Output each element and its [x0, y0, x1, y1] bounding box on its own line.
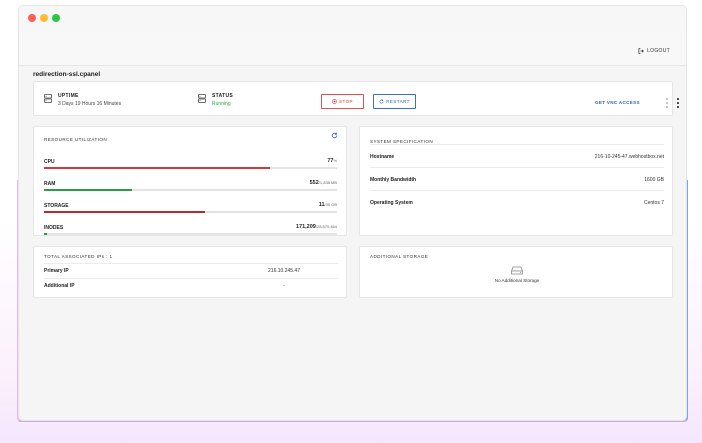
stop-button[interactable]: STOP	[321, 94, 364, 109]
spec-value: 1600 GB	[644, 177, 664, 183]
ip-row-primary: Primary IP 216.10.245.47	[44, 263, 338, 277]
hard-drive-icon	[511, 266, 523, 275]
server-hostname-title: redirection-ssl.cpanel	[33, 71, 101, 78]
server-icon	[44, 94, 52, 103]
ip-row-additional: Additional IP -	[44, 278, 338, 292]
uptime-value: 3 Days 19 Hours 16 Minutes	[58, 101, 122, 107]
server-status-icon	[198, 94, 206, 103]
ip-key: Primary IP	[44, 268, 69, 274]
resource-value: 171,209/28,870,464	[295, 224, 337, 230]
resource-progress-track	[44, 167, 337, 169]
resource-progress-track	[44, 233, 337, 235]
associated-ips-title: TOTAL ASSOCIATED IPs : 1	[44, 254, 113, 259]
associated-ips-card: TOTAL ASSOCIATED IPs : 1 Primary IP 216.…	[33, 246, 347, 298]
restart-label: RESTART	[386, 99, 410, 104]
refresh-icon[interactable]	[331, 132, 338, 139]
logout-button[interactable]: LOGOUT	[638, 48, 670, 54]
resource-label: CPU	[44, 159, 55, 165]
restart-button[interactable]: RESTART	[373, 94, 416, 109]
additional-storage-card: ADDITIONAL STORAGE No Additional Storage	[359, 246, 673, 298]
vnc-access-link[interactable]: GET VNC ACCESS	[595, 100, 640, 105]
spec-value: 216-10-245-47.webhostbox.net	[594, 154, 664, 160]
resource-label: STORAGE	[44, 203, 69, 209]
stop-icon	[332, 99, 337, 104]
resource-progress-track	[44, 211, 337, 213]
logout-label: LOGOUT	[647, 48, 670, 54]
spec-row-os: Operating System Centos 7	[370, 190, 664, 213]
spec-key: Hostname	[370, 154, 395, 160]
resource-progress-track	[44, 189, 337, 191]
more-options-icon[interactable]	[676, 98, 680, 108]
storage-empty-state: No Additional Storage	[360, 266, 674, 283]
logout-icon	[638, 48, 644, 54]
ip-value: 216.10.245.47	[268, 268, 300, 274]
minimize-window-button[interactable]	[40, 14, 48, 22]
resource-progress-fill	[44, 189, 132, 191]
resource-progress-fill	[44, 167, 270, 169]
stop-label: STOP	[338, 99, 354, 104]
close-window-button[interactable]	[28, 14, 36, 22]
app-window: LOGOUT redirection-ssl.cpanel UPTIME 3 D…	[19, 6, 686, 420]
additional-storage-title: ADDITIONAL STORAGE	[370, 254, 429, 259]
maximize-window-button[interactable]	[52, 14, 60, 22]
spec-row-hostname: Hostname 216-10-245-47.webhostbox.net	[370, 144, 664, 167]
spec-value: Centos 7	[643, 200, 664, 206]
resource-progress-fill	[44, 211, 206, 213]
resource-value: 77%	[327, 158, 337, 164]
resource-utilization-title: RESOURCE UTILIZATION	[44, 137, 108, 142]
resource-value: 552/1,838 MB	[309, 180, 337, 186]
uptime-title: UPTIME	[58, 93, 79, 99]
resource-label: RAM	[44, 181, 56, 187]
uptime-stat: UPTIME 3 Days 19 Hours 16 Minutes	[44, 93, 121, 107]
resource-value: 11/30 GB	[318, 202, 337, 208]
status-stat: STATUS Running	[198, 93, 233, 107]
spec-key: Operating System	[370, 200, 413, 206]
ip-value: -	[283, 283, 285, 289]
resource-label: INODES	[44, 225, 64, 231]
restart-icon	[379, 99, 384, 104]
spec-row-bandwidth: Monthly Bandwidth 1600 GB	[370, 167, 664, 190]
secondary-more-icon[interactable]	[665, 98, 669, 108]
window-titlebar	[19, 6, 686, 31]
resource-progress-fill	[44, 233, 47, 235]
system-specification-card: SYSTEM SPECIFICATION Hostname 216-10-245…	[359, 126, 673, 236]
status-title: STATUS	[212, 93, 234, 99]
app-header: LOGOUT	[19, 31, 686, 66]
storage-empty-text: No Additional Storage	[494, 278, 540, 283]
server-status-card: UPTIME 3 Days 19 Hours 16 Minutes STATUS…	[33, 81, 679, 116]
status-value: Running	[212, 101, 231, 107]
spec-key: Monthly Bandwidth	[370, 177, 417, 183]
resource-utilization-card: RESOURCE UTILIZATION CPU 77% RAM 552/1,838 …	[33, 126, 347, 236]
ip-key: Additional IP	[44, 283, 75, 289]
